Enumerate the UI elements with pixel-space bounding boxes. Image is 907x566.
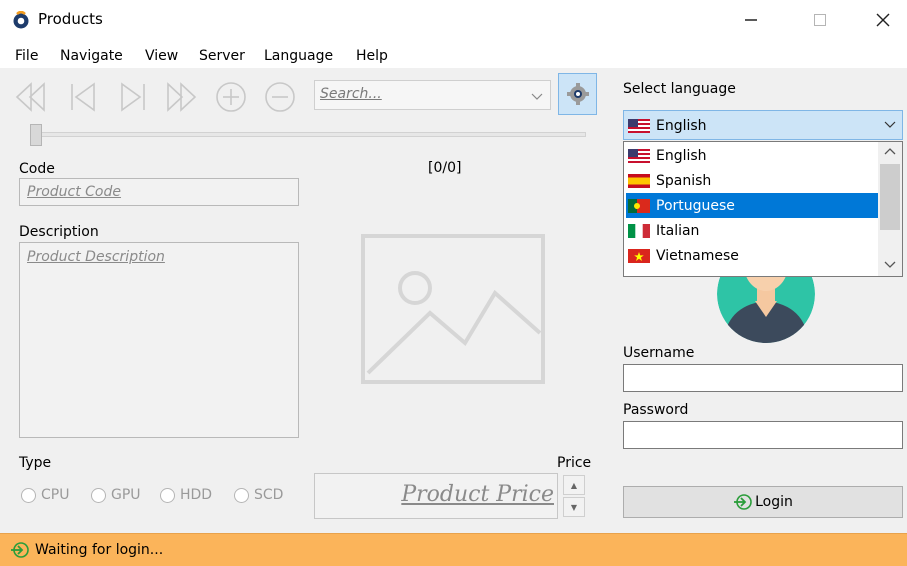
record-slider-thumb[interactable] <box>30 124 42 146</box>
type-radio-label: SCD <box>254 487 284 503</box>
vietnam-flag-icon <box>628 248 650 263</box>
radio-circle <box>160 487 175 503</box>
language-select-value: English <box>628 118 707 134</box>
menu-view[interactable]: View <box>145 48 178 64</box>
language-option-label: Italian <box>656 222 700 239</box>
price-placeholder: Product Price <box>401 482 554 507</box>
language-option-label: Portuguese <box>656 197 735 214</box>
password-label: Password <box>623 402 689 418</box>
type-radio-label: CPU <box>41 487 70 503</box>
menu-server[interactable]: Server <box>199 48 245 64</box>
language-option-label: Spanish <box>656 172 712 189</box>
language-dropdown-arrow[interactable] <box>883 117 897 135</box>
language-option-portuguese[interactable]: Portuguese <box>626 193 880 218</box>
type-radio-label: GPU <box>111 487 141 503</box>
close-button[interactable] <box>860 0 906 40</box>
scroll-down-icon[interactable] <box>884 260 896 270</box>
menu-language[interactable]: Language <box>264 48 333 64</box>
us-flag-icon <box>628 119 650 133</box>
type-radio-label: HDD <box>180 487 213 503</box>
first-record-icon[interactable] <box>14 80 48 114</box>
language-option-vietnamese[interactable]: Vietnamese <box>626 243 880 268</box>
record-counter: [0/0] <box>428 160 462 176</box>
menu-bar <box>0 40 907 68</box>
password-input[interactable] <box>623 421 903 449</box>
language-option-english[interactable]: English <box>626 143 880 168</box>
radio-circle <box>234 487 249 503</box>
type-radio-hdd[interactable]: HDD <box>160 487 212 503</box>
price-label: Price <box>557 455 592 471</box>
close-icon <box>876 13 890 27</box>
settings-button[interactable] <box>558 73 597 115</box>
search-dropdown-arrow[interactable] <box>527 86 547 106</box>
minimize-icon <box>745 19 757 21</box>
language-option-label: Vietnamese <box>656 247 739 264</box>
maximize-icon <box>814 14 826 26</box>
language-option-label: English <box>656 147 707 164</box>
code-label: Code <box>19 161 55 177</box>
menu-file[interactable]: File <box>15 48 38 64</box>
type-radio-cpu[interactable]: CPU <box>21 487 69 503</box>
username-input[interactable] <box>623 364 903 392</box>
gear-icon <box>566 83 589 105</box>
login-button-label: Login <box>755 494 793 510</box>
remove-record-icon[interactable] <box>263 80 297 114</box>
spain-flag-icon <box>628 173 650 188</box>
username-label: Username <box>623 345 695 361</box>
minimize-button[interactable] <box>728 0 774 40</box>
scroll-up-icon[interactable] <box>884 146 896 156</box>
description-placeholder: Product Description <box>27 249 165 265</box>
italy-flag-icon <box>628 223 650 238</box>
portugal-flag-icon <box>628 198 650 213</box>
record-slider-track[interactable] <box>36 132 586 137</box>
chevron-down-icon <box>884 121 896 128</box>
chevron-down-icon <box>531 93 543 100</box>
description-field[interactable] <box>19 242 299 438</box>
menu-help[interactable]: Help <box>356 48 388 64</box>
login-icon <box>734 494 752 510</box>
previous-record-icon[interactable] <box>66 80 100 114</box>
maximize-button[interactable] <box>797 0 843 40</box>
language-selected-text: English <box>656 118 707 134</box>
last-record-icon[interactable] <box>164 80 198 114</box>
type-radio-gpu[interactable]: GPU <box>91 487 141 503</box>
type-radio-scd[interactable]: SCD <box>234 487 283 503</box>
add-record-icon[interactable] <box>214 80 248 114</box>
us-flag-icon <box>628 148 650 163</box>
price-spin-down-button[interactable]: ▼ <box>563 497 585 517</box>
status-text: Waiting for login... <box>35 542 164 558</box>
price-spin-up-button[interactable]: ▲ <box>563 475 585 495</box>
language-dropdown-list: English Spanish Portuguese Italian Vietn… <box>623 141 903 277</box>
product-image-placeholder-icon[interactable] <box>360 233 546 385</box>
next-record-icon[interactable] <box>116 80 150 114</box>
app-icon <box>12 10 30 29</box>
type-label: Type <box>19 455 52 471</box>
dropdown-scrollbar-thumb[interactable] <box>880 164 900 230</box>
search-placeholder: Search... <box>320 86 382 102</box>
language-option-spanish[interactable]: Spanish <box>626 168 880 193</box>
language-option-italian[interactable]: Italian <box>626 218 880 243</box>
window-title: Products <box>38 10 103 28</box>
login-icon <box>11 542 29 558</box>
description-label: Description <box>19 224 99 240</box>
menu-navigate[interactable]: Navigate <box>60 48 123 64</box>
select-language-label: Select language <box>623 81 736 97</box>
code-placeholder: Product Code <box>27 184 122 200</box>
login-button[interactable]: Login <box>623 486 903 518</box>
radio-circle <box>91 487 106 503</box>
status-message: Waiting for login... <box>10 541 163 559</box>
radio-circle <box>21 487 36 503</box>
